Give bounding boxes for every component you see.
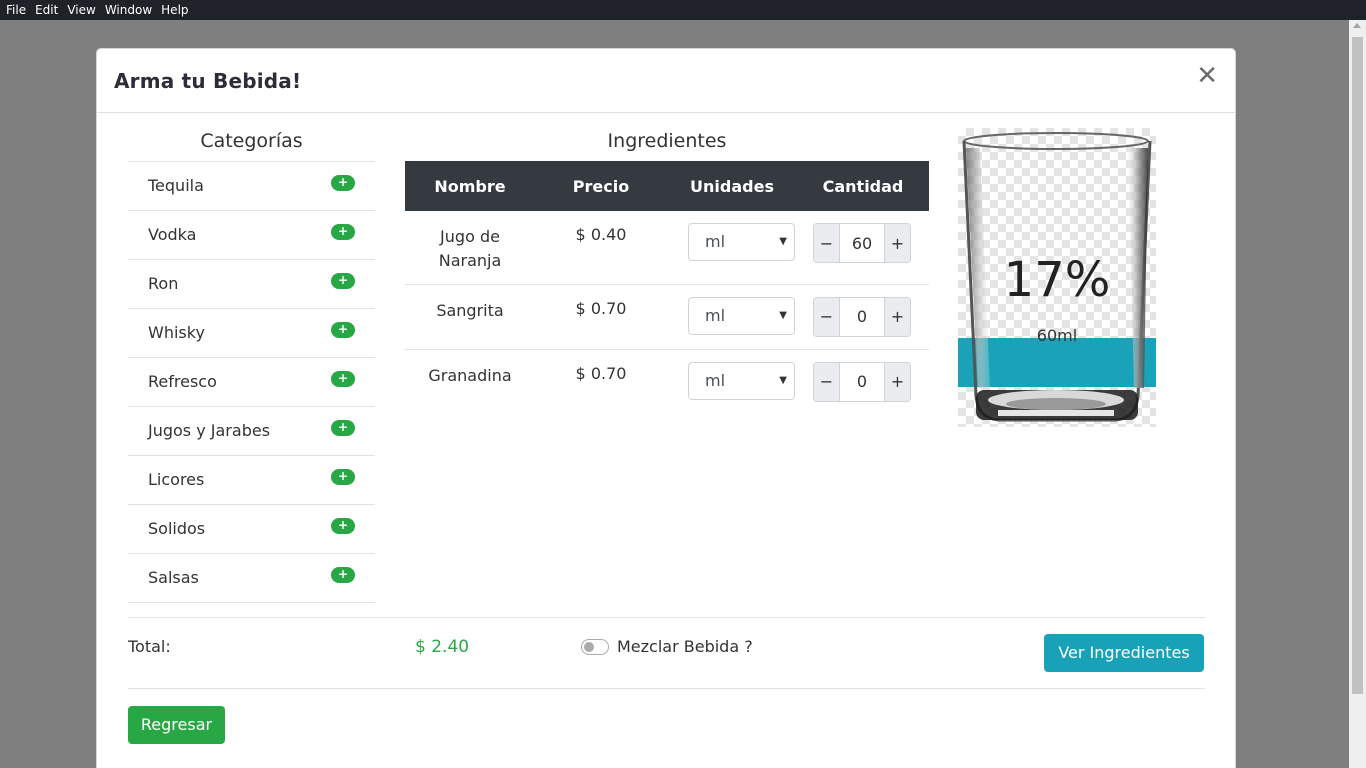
category-label: Jugos y Jarabes bbox=[148, 421, 271, 440]
table-header-row: Nombre Precio Unidades Cantidad bbox=[405, 161, 929, 211]
decrement-button[interactable]: − bbox=[814, 297, 839, 336]
increment-button[interactable]: + bbox=[885, 362, 910, 401]
table-row: Sangrita $ 0.70 ml ▼ − 0 + bbox=[405, 284, 929, 350]
column-header-nombre: Nombre bbox=[405, 161, 535, 211]
column-header-precio: Precio bbox=[535, 161, 667, 211]
toggle-knob bbox=[584, 642, 594, 652]
category-list: Tequila + Vodka + Ron + Whisky + Refresc… bbox=[128, 161, 375, 603]
categories-panel: Categorías Tequila + Vodka + Ron + Whisk… bbox=[128, 129, 375, 603]
menu-view[interactable]: View bbox=[67, 3, 95, 17]
add-icon[interactable]: + bbox=[331, 420, 355, 436]
category-label: Refresco bbox=[148, 372, 217, 391]
add-icon[interactable]: + bbox=[331, 518, 355, 534]
ingredient-price: $ 0.70 bbox=[575, 363, 627, 383]
add-icon[interactable]: + bbox=[331, 175, 355, 191]
category-item-ron[interactable]: Ron + bbox=[128, 260, 375, 309]
unit-select-value: ml bbox=[705, 305, 726, 325]
unit-select[interactable]: ml ▼ bbox=[688, 361, 795, 400]
back-button[interactable]: Regresar bbox=[128, 706, 225, 744]
quantity-stepper: − 60 + bbox=[813, 223, 911, 263]
menu-help[interactable]: Help bbox=[161, 3, 188, 17]
drink-builder-modal: Arma tu Bebida! ✕ Categorías Tequila + V… bbox=[96, 48, 1236, 768]
quantity-input[interactable]: 60 bbox=[839, 224, 885, 262]
category-item-jugos-y-jarabes[interactable]: Jugos y Jarabes + bbox=[128, 407, 375, 456]
close-button[interactable]: ✕ bbox=[1196, 63, 1218, 89]
decrement-button[interactable]: − bbox=[814, 362, 839, 401]
ingredient-name: Granadina bbox=[428, 365, 512, 385]
add-icon[interactable]: + bbox=[331, 273, 355, 289]
category-item-vodka[interactable]: Vodka + bbox=[128, 211, 375, 260]
column-header-unidades: Unidades bbox=[667, 161, 797, 211]
increment-button[interactable]: + bbox=[885, 297, 910, 336]
divider bbox=[128, 688, 1205, 689]
decrement-button[interactable]: − bbox=[814, 224, 839, 262]
fill-percentage: 17% bbox=[1003, 252, 1111, 308]
modal-header: Arma tu Bebida! ✕ bbox=[97, 49, 1235, 113]
glass-visual: 17% 60ml bbox=[958, 128, 1156, 427]
category-item-salsas[interactable]: Salsas + bbox=[128, 554, 375, 603]
category-label: Salsas bbox=[148, 568, 199, 587]
category-item-whisky[interactable]: Whisky + bbox=[128, 309, 375, 358]
unit-select[interactable]: ml ▼ bbox=[688, 296, 795, 335]
fill-volume: 60ml bbox=[1036, 326, 1078, 345]
caret-down-icon: ▼ bbox=[779, 309, 787, 321]
category-item-tequila[interactable]: Tequila + bbox=[128, 162, 375, 211]
table-row: Jugo de Naranja $ 0.40 ml ▼ − 60 + bbox=[405, 211, 929, 285]
unit-select-value: ml bbox=[705, 232, 726, 251]
unit-select-value: ml bbox=[705, 370, 726, 390]
categories-title: Categorías bbox=[200, 130, 303, 152]
category-label: Licores bbox=[148, 470, 205, 489]
mix-toggle-label: Mezclar Bebida ? bbox=[617, 637, 753, 656]
menu-window[interactable]: Window bbox=[105, 3, 152, 17]
category-label: Ron bbox=[148, 274, 179, 293]
modal-title: Arma tu Bebida! bbox=[114, 69, 302, 93]
total-value: $ 2.40 bbox=[415, 637, 470, 657]
scrollbar-thumb[interactable] bbox=[1352, 37, 1363, 694]
mix-toggle[interactable] bbox=[581, 639, 609, 655]
add-icon[interactable]: + bbox=[331, 469, 355, 485]
ingredient-price: $ 0.70 bbox=[575, 298, 627, 318]
caret-down-icon: ▼ bbox=[779, 236, 787, 247]
total-label: Total: bbox=[128, 637, 171, 656]
divider bbox=[128, 617, 1205, 618]
ingredients-table: Nombre Precio Unidades Cantidad Jugo de … bbox=[405, 161, 929, 414]
quantity-stepper: − 0 + bbox=[813, 296, 911, 337]
category-item-licores[interactable]: Licores + bbox=[128, 456, 375, 505]
ingredients-title: Ingredientes bbox=[607, 130, 727, 152]
unit-select[interactable]: ml ▼ bbox=[688, 223, 795, 261]
menu-file[interactable]: File bbox=[6, 3, 26, 17]
menu-edit[interactable]: Edit bbox=[35, 3, 58, 17]
ingredient-name: Sangrita bbox=[436, 300, 504, 320]
category-label: Whisky bbox=[148, 323, 205, 342]
ingredient-price: $ 0.40 bbox=[575, 225, 627, 244]
add-icon[interactable]: + bbox=[331, 224, 355, 240]
add-icon[interactable]: + bbox=[331, 567, 355, 583]
app-menubar: File Edit View Window Help bbox=[0, 0, 1366, 20]
add-icon[interactable]: + bbox=[331, 371, 355, 387]
category-label: Tequila bbox=[148, 176, 204, 195]
category-item-solidos[interactable]: Solidos + bbox=[128, 505, 375, 554]
view-ingredients-button[interactable]: Ver Ingredientes bbox=[1044, 634, 1204, 672]
table-row: Granadina $ 0.70 ml ▼ − 0 + bbox=[405, 349, 929, 414]
caret-down-icon: ▼ bbox=[779, 374, 787, 386]
page-scrollbar[interactable] bbox=[1349, 20, 1366, 768]
column-header-cantidad: Cantidad bbox=[797, 161, 929, 211]
quantity-stepper: − 0 + bbox=[813, 361, 911, 402]
category-label: Vodka bbox=[148, 225, 197, 244]
add-icon[interactable]: + bbox=[331, 322, 355, 338]
quantity-input[interactable]: 0 bbox=[839, 362, 885, 401]
ingredients-panel: Ingredientes Nombre Precio Unidades Cant… bbox=[405, 129, 929, 414]
category-item-refresco[interactable]: Refresco + bbox=[128, 358, 375, 407]
ingredient-name: Jugo de Naranja bbox=[438, 227, 502, 270]
scroll-up-arrow-icon[interactable] bbox=[1353, 23, 1361, 28]
quantity-input[interactable]: 0 bbox=[839, 297, 885, 336]
category-label: Solidos bbox=[148, 519, 206, 538]
increment-button[interactable]: + bbox=[885, 224, 910, 262]
